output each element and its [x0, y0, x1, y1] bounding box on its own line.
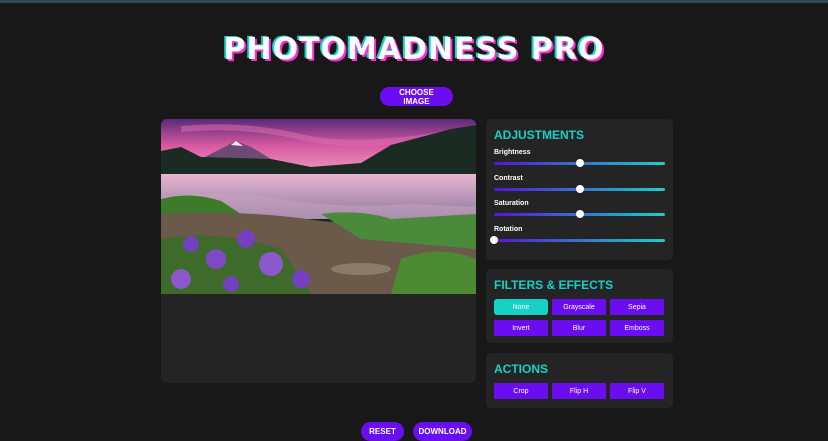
- adjustments-title: ADJUSTMENTS: [494, 128, 585, 142]
- flip-vertical-button[interactable]: Flip V: [610, 383, 664, 399]
- image-canvas: [161, 119, 476, 383]
- app-title: PHOTOMADNESS PRO: [223, 32, 605, 67]
- filter-invert-button[interactable]: Invert: [494, 320, 548, 336]
- saturation-slider[interactable]: [494, 210, 665, 218]
- brightness-slider-thumb[interactable]: [575, 159, 584, 167]
- photo-preview: [161, 119, 476, 294]
- brightness-slider[interactable]: [494, 159, 665, 167]
- saturation-slider-thumb[interactable]: [575, 210, 584, 218]
- adjustments-panel: ADJUSTMENTS Brightness Contrast Saturati…: [486, 119, 673, 260]
- rotation-label: Rotation: [494, 226, 523, 233]
- contrast-label: Contrast: [494, 175, 523, 182]
- brightness-label: Brightness: [494, 149, 531, 156]
- rotation-slider[interactable]: [490, 236, 665, 244]
- filters-title: FILTERS & EFFECTS: [494, 278, 614, 292]
- top-accent-bar: [0, 0, 828, 3]
- flip-horizontal-button[interactable]: Flip H: [552, 383, 606, 399]
- contrast-slider-thumb[interactable]: [575, 185, 584, 193]
- filters-panel: FILTERS & EFFECTS None Grayscale Sepia I…: [486, 269, 673, 343]
- filter-grayscale-button[interactable]: Grayscale: [552, 299, 606, 315]
- saturation-label: Saturation: [494, 200, 529, 207]
- filter-emboss-button[interactable]: Emboss: [610, 320, 664, 336]
- reset-button[interactable]: RESET: [361, 422, 404, 441]
- filter-none-button[interactable]: None: [494, 299, 548, 315]
- contrast-slider[interactable]: [494, 185, 665, 193]
- rotation-slider-thumb[interactable]: [490, 236, 498, 244]
- actions-title: ACTIONS: [494, 362, 548, 376]
- download-button[interactable]: DOWNLOAD: [413, 422, 472, 441]
- filter-sepia-button[interactable]: Sepia: [610, 299, 664, 315]
- filter-blur-button[interactable]: Blur: [552, 320, 606, 336]
- choose-image-button[interactable]: CHOOSE IMAGE: [380, 87, 453, 106]
- crop-button[interactable]: Crop: [494, 383, 548, 399]
- actions-panel: ACTIONS Crop Flip H Flip V: [486, 353, 673, 408]
